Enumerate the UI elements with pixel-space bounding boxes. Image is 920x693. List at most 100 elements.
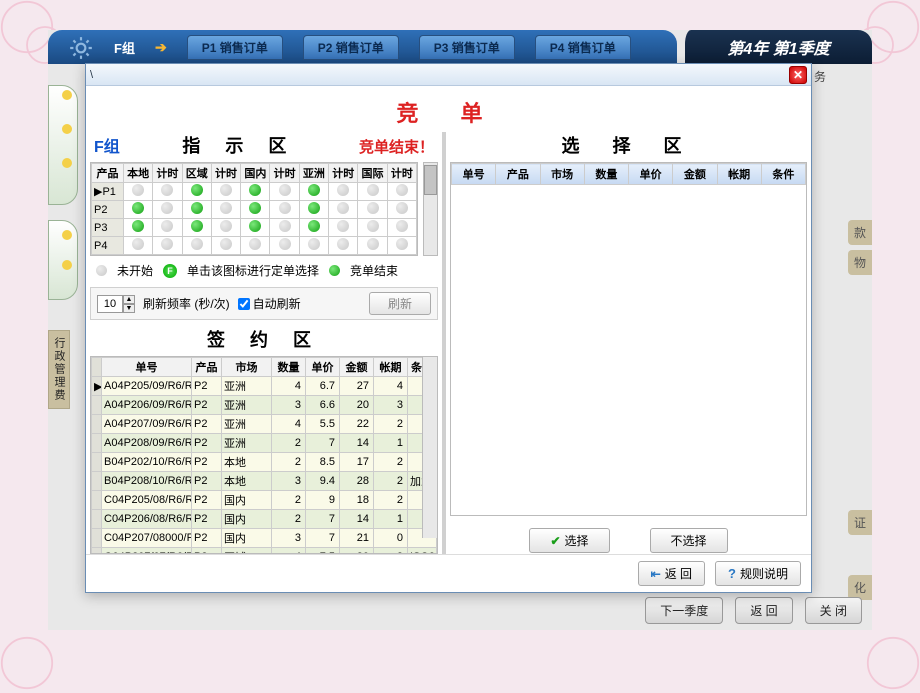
status-grey-icon[interactable] [367,184,379,196]
indicator-col: 国内 [241,164,270,183]
spin-up-icon[interactable]: ▲ [123,295,135,304]
status-green-icon[interactable] [249,184,261,196]
status-grey-icon[interactable] [337,184,349,196]
status-grey-icon[interactable] [308,238,320,250]
status-green-icon[interactable] [132,220,144,232]
status-grey-icon[interactable] [279,184,291,196]
deselect-button-label: 不选择 [671,532,707,549]
status-green-icon[interactable] [249,202,261,214]
sign-col: 市场 [222,358,272,377]
right-pane: 选 择 区 单号产品市场数量单价金额帐期条件 ✔选择 不选择 [446,132,811,554]
status-grey-icon[interactable] [279,202,291,214]
status-grey-icon[interactable] [249,238,261,250]
indicator-col: 计时 [211,164,240,183]
status-grey-icon[interactable] [191,238,203,250]
extra-label: 务 [814,68,826,85]
sign-col: 单价 [306,358,340,377]
status-grey-icon[interactable] [132,238,144,250]
tab-p3[interactable]: P3 销售订单 [419,35,515,60]
indicator-product: P2 [92,201,124,219]
status-grey-icon[interactable] [220,184,232,196]
status-green-icon[interactable] [132,202,144,214]
auto-refresh-input[interactable] [238,298,250,310]
bg-tag: 证 [848,510,872,535]
bg-tag: 物 [848,250,872,275]
status-green-icon[interactable] [191,202,203,214]
table-row[interactable]: ▶A04P205/09/R6/RP2亚洲46.7274 [92,377,437,396]
status-green-icon[interactable] [308,184,320,196]
bottom-button-bar: 下一季度 返 回 关 闭 [645,597,862,624]
status-grey-icon[interactable] [337,202,349,214]
indicator-scrollbar[interactable] [423,162,438,256]
status-grey-icon[interactable] [396,184,408,196]
sign-col: 数量 [272,358,306,377]
status-grey-icon[interactable] [337,238,349,250]
status-green-icon[interactable] [249,220,261,232]
auto-refresh-label: 自动刷新 [253,295,301,312]
status-grey-icon[interactable] [396,220,408,232]
status-grey-icon[interactable] [396,202,408,214]
table-row[interactable]: A04P206/09/R6/RP2亚洲36.6203 [92,396,437,415]
sign-col: 单号 [102,358,192,377]
select-col: 帐期 [717,164,761,185]
table-row[interactable]: A04P207/09/R6/RP2亚洲45.5222 [92,415,437,434]
select-button[interactable]: ✔选择 [529,528,609,553]
refresh-value[interactable] [97,295,123,313]
table-row[interactable]: C04P207/08000/RP2国内37210 [92,529,437,548]
indicator-product: ▶P1 [92,183,124,201]
legend-click: 单击该图标进行定单选择 [187,262,319,279]
status-green-icon[interactable] [191,184,203,196]
tab-p2[interactable]: P2 销售订单 [303,35,399,60]
status-grey-icon[interactable] [367,220,379,232]
select-col: 单号 [452,164,496,185]
sign-area-title: 签 约 区 [86,322,442,356]
indicator-col: 亚洲 [299,164,328,183]
dialog-title: \ [90,69,93,81]
table-row[interactable]: B04P202/10/R6/RP2本地28.5172 [92,453,437,472]
status-grey-icon[interactable] [279,220,291,232]
next-quarter-button[interactable]: 下一季度 [645,597,723,624]
status-grey-icon[interactable] [161,238,173,250]
refresh-button[interactable]: 刷新 [369,292,431,315]
tab-p4[interactable]: P4 销售订单 [535,35,631,60]
status-grey-icon[interactable] [367,238,379,250]
status-grey-icon[interactable] [220,202,232,214]
status-grey-icon[interactable] [279,238,291,250]
bidding-dialog: \ ✕ 竞 单 F组 指 示 区 竞单结束！ 产品本地计时区域计时国内计时亚洲计… [85,63,812,593]
table-row[interactable]: C04P206/08/R6/RP2国内27141 [92,510,437,529]
status-green-icon[interactable] [308,220,320,232]
top-banner: F组 ➔ P1 销售订单 P2 销售订单 P3 销售订单 P4 销售订单 第4年… [48,30,872,64]
status-grey-icon[interactable] [161,184,173,196]
status-green-icon[interactable] [191,220,203,232]
close-button[interactable]: 关 闭 [805,597,862,624]
auto-refresh-checkbox[interactable]: 自动刷新 [238,295,301,312]
status-grey-icon[interactable] [220,220,232,232]
status-grey-icon[interactable] [161,220,173,232]
tab-p1[interactable]: P1 销售订单 [187,35,283,60]
status-grey-icon[interactable] [396,238,408,250]
indicator-table: 产品本地计时区域计时国内计时亚洲计时国际计时 ▶P1P2P3P4 [91,163,417,255]
status-grey-icon[interactable] [161,202,173,214]
select-col: 数量 [584,164,628,185]
select-button-label: 选择 [565,532,589,549]
status-grey-icon[interactable] [337,220,349,232]
refresh-spinner[interactable]: ▲▼ [97,295,135,313]
status-green-icon[interactable] [308,202,320,214]
sign-col: 产品 [192,358,222,377]
dialog-back-button[interactable]: ⇤返 回 [638,561,705,586]
back-button[interactable]: 返 回 [735,597,792,624]
sign-vscroll[interactable] [422,357,437,538]
close-icon[interactable]: ✕ [789,66,807,84]
status-grey-icon[interactable] [132,184,144,196]
rules-button[interactable]: ?规则说明 [715,561,801,586]
table-row[interactable]: C04P205/08/R6/RP2国内29182 [92,491,437,510]
deselect-button[interactable]: 不选择 [650,528,728,553]
table-row[interactable]: B04P208/10/R6/RP2本地39.4282加急 [92,472,437,491]
status-grey-icon[interactable] [367,202,379,214]
spin-down-icon[interactable]: ▼ [123,304,135,313]
table-row[interactable]: A04P208/09/R6/RP2亚洲27141 [92,434,437,453]
status-grey-icon[interactable] [220,238,232,250]
gear-icon [68,33,94,60]
select-col: 单价 [629,164,673,185]
table-row[interactable]: Q04P207/07/R6/RP2区域47.5303ISO900 [92,548,437,555]
